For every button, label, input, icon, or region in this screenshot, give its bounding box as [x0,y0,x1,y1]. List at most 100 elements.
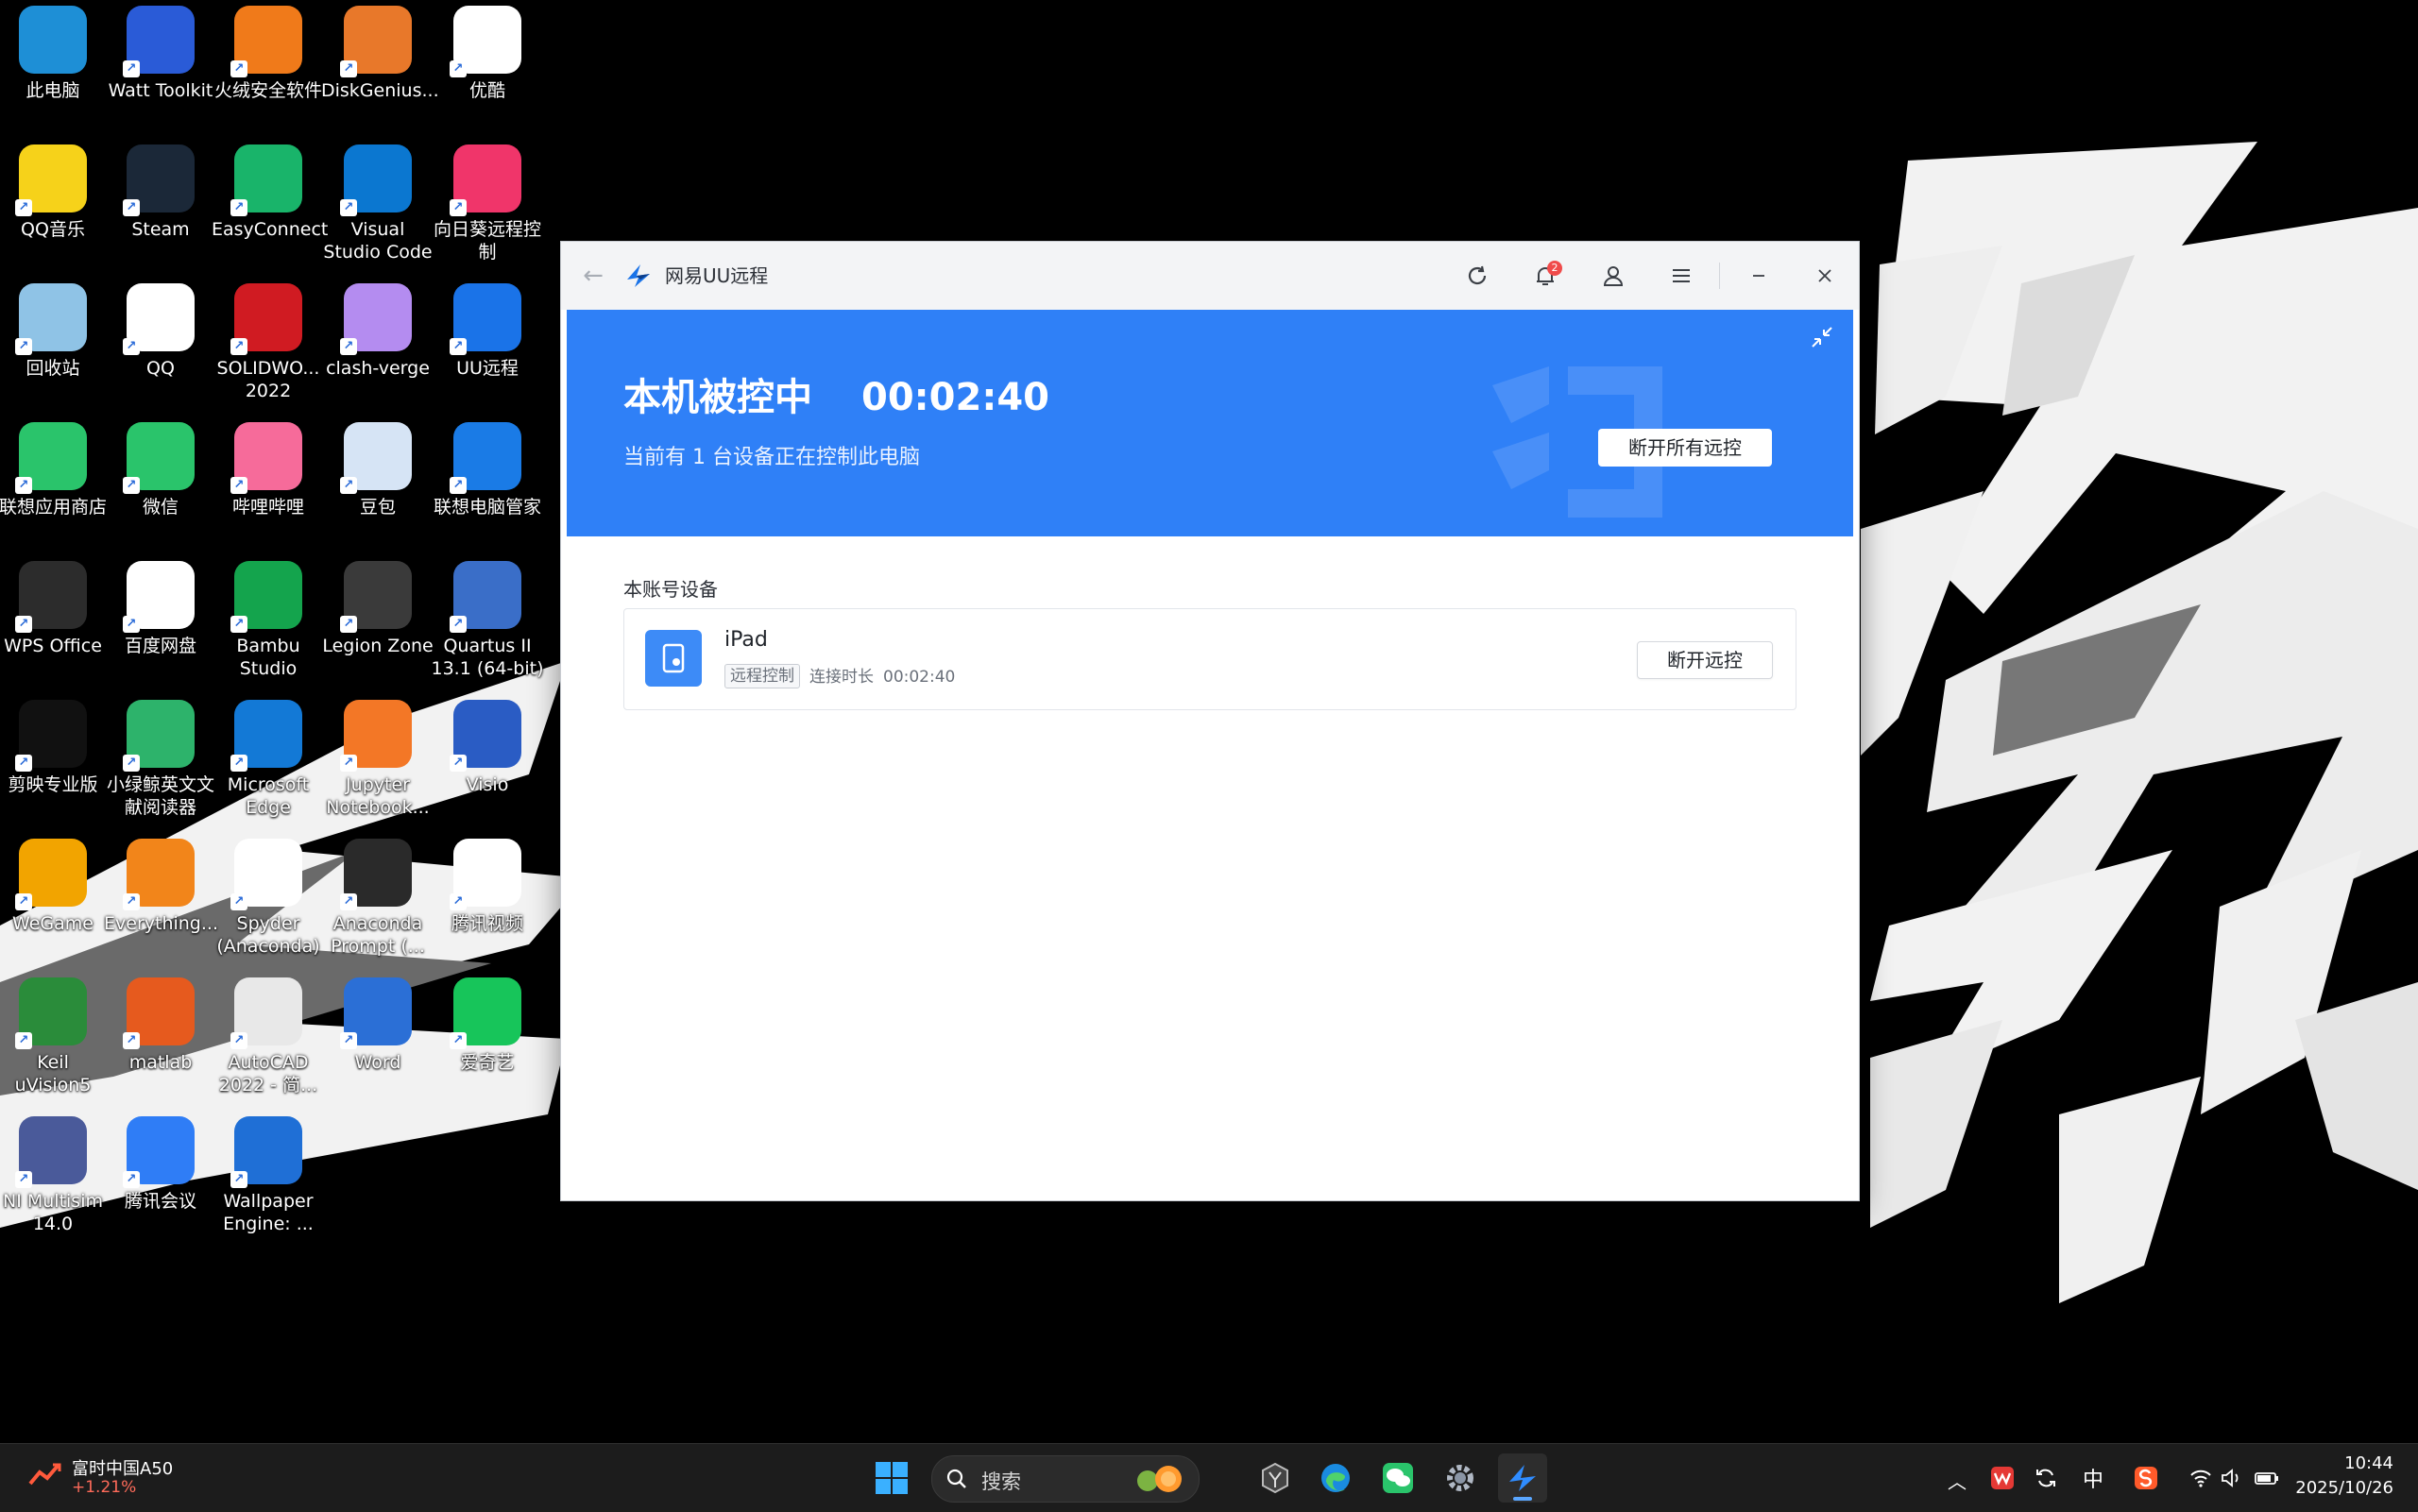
app-icon: ↗ [230,1116,302,1188]
desktop-icon[interactable]: ↗ 联想应用商店 [0,416,107,549]
desktop-icon[interactable]: ↗ Spyder (Anaconda) [215,833,321,965]
desktop-icon[interactable]: ↗ Steam [108,139,213,271]
shortcut-arrow-icon: ↗ [230,1032,247,1049]
shortcut-arrow-icon: ↗ [230,199,247,216]
shortcut-arrow-icon: ↗ [450,477,467,494]
uu-remote-window: ← 网易UU远程 2 本机被控中 00:02:40 当前有 1 台设备正在控制此… [560,241,1860,1201]
desktop-icon[interactable]: ↗ 火绒安全软件 [214,0,322,132]
desktop-icon[interactable]: ↗ 腾讯视频 [434,833,540,965]
desktop-icon[interactable]: ↗ Wallpaper Engine: ... [215,1111,321,1243]
desktop-icon[interactable]: ↗ matlab [108,972,213,1104]
desktop-icon[interactable]: ↗ 小绿鲸英文文献阅读器 [107,694,214,826]
desktop-icon[interactable]: ↗ Jupyter Notebook... [325,694,431,826]
taskbar-edge[interactable] [1311,1453,1360,1503]
desktop-icon[interactable]: ↗ QQ [108,278,213,410]
taskbar-uu-remote[interactable] [1498,1453,1547,1503]
shortcut-arrow-icon: ↗ [340,338,357,355]
shortcut-arrow-icon: ↗ [450,616,467,633]
tray-ime-indicator[interactable]: 中 [2080,1465,2106,1492]
shortcut-arrow-icon: ↗ [15,1171,32,1188]
shortcut-arrow-icon: ↗ [340,1032,357,1049]
app-icon: ↗ [230,422,302,494]
desktop-icon[interactable]: ↗ WPS Office [0,555,106,688]
desktop-icon[interactable]: ↗ Visual Studio Code [323,139,433,271]
app-icon: ↗ [340,839,412,910]
desktop-icon[interactable]: ↗ WeGame [0,833,106,965]
show-hidden-icons-chevron-up-icon[interactable]: ︿ [1948,1467,1967,1494]
desktop-icon[interactable]: ↗ 百度网盘 [108,555,213,688]
desktop-icon[interactable]: ↗ 腾讯会议 [108,1111,213,1243]
taskbar-settings[interactable] [1436,1453,1485,1503]
desktop-icon[interactable]: ↗ 剪映专业版 [0,694,106,826]
tray-sync-icon[interactable] [2033,1465,2059,1491]
desktop-icon[interactable]: 此电脑 [0,0,106,132]
shortcut-arrow-icon: ↗ [15,338,32,355]
desktop-icon[interactable]: ↗ Legion Zone [322,555,434,688]
title-bar-divider [1719,263,1720,289]
battery-icon[interactable] [2254,1465,2280,1491]
taskbar-search-box[interactable]: 搜索 [931,1455,1200,1503]
title-bar[interactable]: ← 网易UU远程 2 [561,242,1859,310]
shortcut-arrow-icon: ↗ [450,755,467,772]
desktop-icon[interactable]: ↗ clash-verge [325,278,431,410]
tray-sogou-icon[interactable] [2133,1465,2159,1491]
shortcut-arrow-icon: ↗ [450,199,467,216]
volume-icon[interactable] [2218,1465,2244,1491]
account-button[interactable] [1594,257,1632,295]
desktop-icon[interactable]: ↗ 优酷 [434,0,540,132]
desktop-icon[interactable]: ↗ 豆包 [325,416,431,549]
app-icon: ↗ [15,1116,87,1188]
disconnect-all-button[interactable]: 断开所有远控 [1598,429,1772,467]
desktop-icon[interactable]: ↗ EasyConnect [212,139,328,271]
taskbar-wechat[interactable] [1373,1453,1422,1503]
stock-widget[interactable]: 富时中国A50 +1.21% [28,1453,198,1503]
desktop-icon[interactable]: ↗ SOLIDWO... 2022 [215,278,321,410]
app-icon: ↗ [340,700,412,772]
clock-time[interactable]: 10:44 [2314,1453,2393,1473]
app-title: 网易UU远程 [665,264,769,287]
collapse-icon[interactable] [1808,323,1836,351]
desktop-icon[interactable]: ↗ QQ音乐 [0,139,106,271]
desktop-icon[interactable]: ↗ AutoCAD 2022 - 简... [215,972,321,1104]
clock-date[interactable]: 2025/10/26 [2286,1478,2393,1498]
windows-start-icon[interactable] [875,1461,909,1495]
desktop-icon[interactable]: ↗ Anaconda Prompt (... [325,833,431,965]
shortcut-arrow-icon: ↗ [340,477,357,494]
desktop-icon[interactable]: ↗ 联想电脑管家 [434,416,541,549]
taskbar-legion-zone[interactable] [1251,1453,1300,1503]
desktop-icon[interactable]: ↗ 微信 [108,416,213,549]
desktop-icon[interactable]: ↗ Microsoft Edge [215,694,321,826]
desktop-icon[interactable]: ↗ 爱奇艺 [434,972,540,1104]
desktop-icon[interactable]: ↗ 向日葵远程控制 [434,139,541,271]
app-icon: ↗ [123,700,195,772]
app-icon: ↗ [340,561,412,633]
desktop-icon-label: Word [354,1052,401,1073]
minimize-button[interactable] [1740,257,1778,295]
desktop-icon[interactable]: ↗ Bambu Studio [215,555,321,688]
desktop-icon[interactable]: ↗ NI Multisim 14.0 [0,1111,106,1243]
desktop-icon[interactable]: ↗ DiskGenius... [321,0,439,132]
desktop-icon[interactable]: ↗ 回收站 [0,278,106,410]
desktop-icon[interactable]: ↗ Watt Toolkit [108,0,213,132]
app-icon: ↗ [450,144,521,216]
desktop-icon[interactable]: ↗ Word [325,972,431,1104]
menu-button[interactable] [1662,257,1700,295]
desktop-icon[interactable]: ↗ 哔哩哔哩 [215,416,321,549]
desktop-icon[interactable]: ↗ UU远程 [434,278,540,410]
refresh-button[interactable] [1458,257,1496,295]
desktop-icon-label: 腾讯视频 [451,913,523,934]
back-arrow-icon[interactable]: ← [578,261,608,291]
close-button[interactable] [1806,257,1844,295]
desktop-icon[interactable]: ↗ Everything... [104,833,218,965]
shortcut-arrow-icon: ↗ [230,1171,247,1188]
duration-label: 连接时长 [809,668,874,687]
disconnect-device-button[interactable]: 断开远控 [1637,641,1773,679]
tray-wps-icon[interactable] [1989,1465,2016,1491]
desktop-icon[interactable]: ↗ Visio [434,694,540,826]
notification-button[interactable]: 2 [1526,257,1564,295]
desktop-icon[interactable]: ↗ Keil uVision5 [0,972,106,1104]
wifi-icon[interactable] [2188,1465,2214,1491]
app-icon: ↗ [450,700,521,772]
desktop-icon[interactable]: ↗ Quartus II 13.1 (64-bit) [432,555,544,688]
desktop-icon-label: 优酷 [468,80,505,101]
